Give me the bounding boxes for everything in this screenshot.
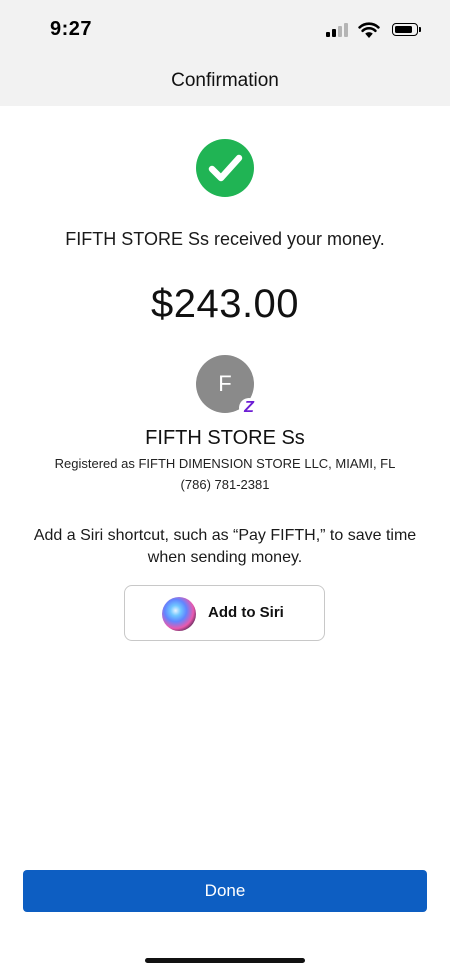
checkmark-circle-icon [196, 139, 254, 197]
wifi-icon [358, 22, 380, 38]
done-button[interactable]: Done [23, 870, 427, 912]
page-title: Confirmation [171, 70, 279, 91]
cellular-signal-icon [326, 23, 350, 37]
siri-shortcut-hint: Add a Siri shortcut, such as “Pay FIFTH,… [33, 527, 417, 566]
zelle-badge-glyph: Z [244, 399, 254, 416]
zelle-icon: Z [239, 398, 259, 418]
nav-bar: Confirmation [0, 60, 450, 106]
recipient-phone: (786) 781-2381 [180, 477, 270, 492]
done-button-label: Done [204, 881, 246, 900]
add-to-siri-button[interactable]: Add to Siri [124, 585, 325, 641]
home-indicator[interactable] [145, 958, 305, 963]
avatar-initial: F [218, 371, 232, 396]
add-to-siri-label: Add to Siri [208, 604, 284, 621]
battery-icon [392, 23, 421, 36]
registered-as-text: Registered as FIFTH DIMENSION STORE LLC,… [54, 456, 396, 471]
recipient-name: FIFTH STORE Ss [145, 427, 305, 449]
status-time: 9:27 [50, 18, 93, 40]
status-bar: 9:27 [0, 0, 450, 60]
siri-icon [162, 597, 196, 631]
confirmation-message: FIFTH STORE Ss received your money. [65, 229, 385, 249]
amount-sent: $243.00 [150, 282, 300, 326]
